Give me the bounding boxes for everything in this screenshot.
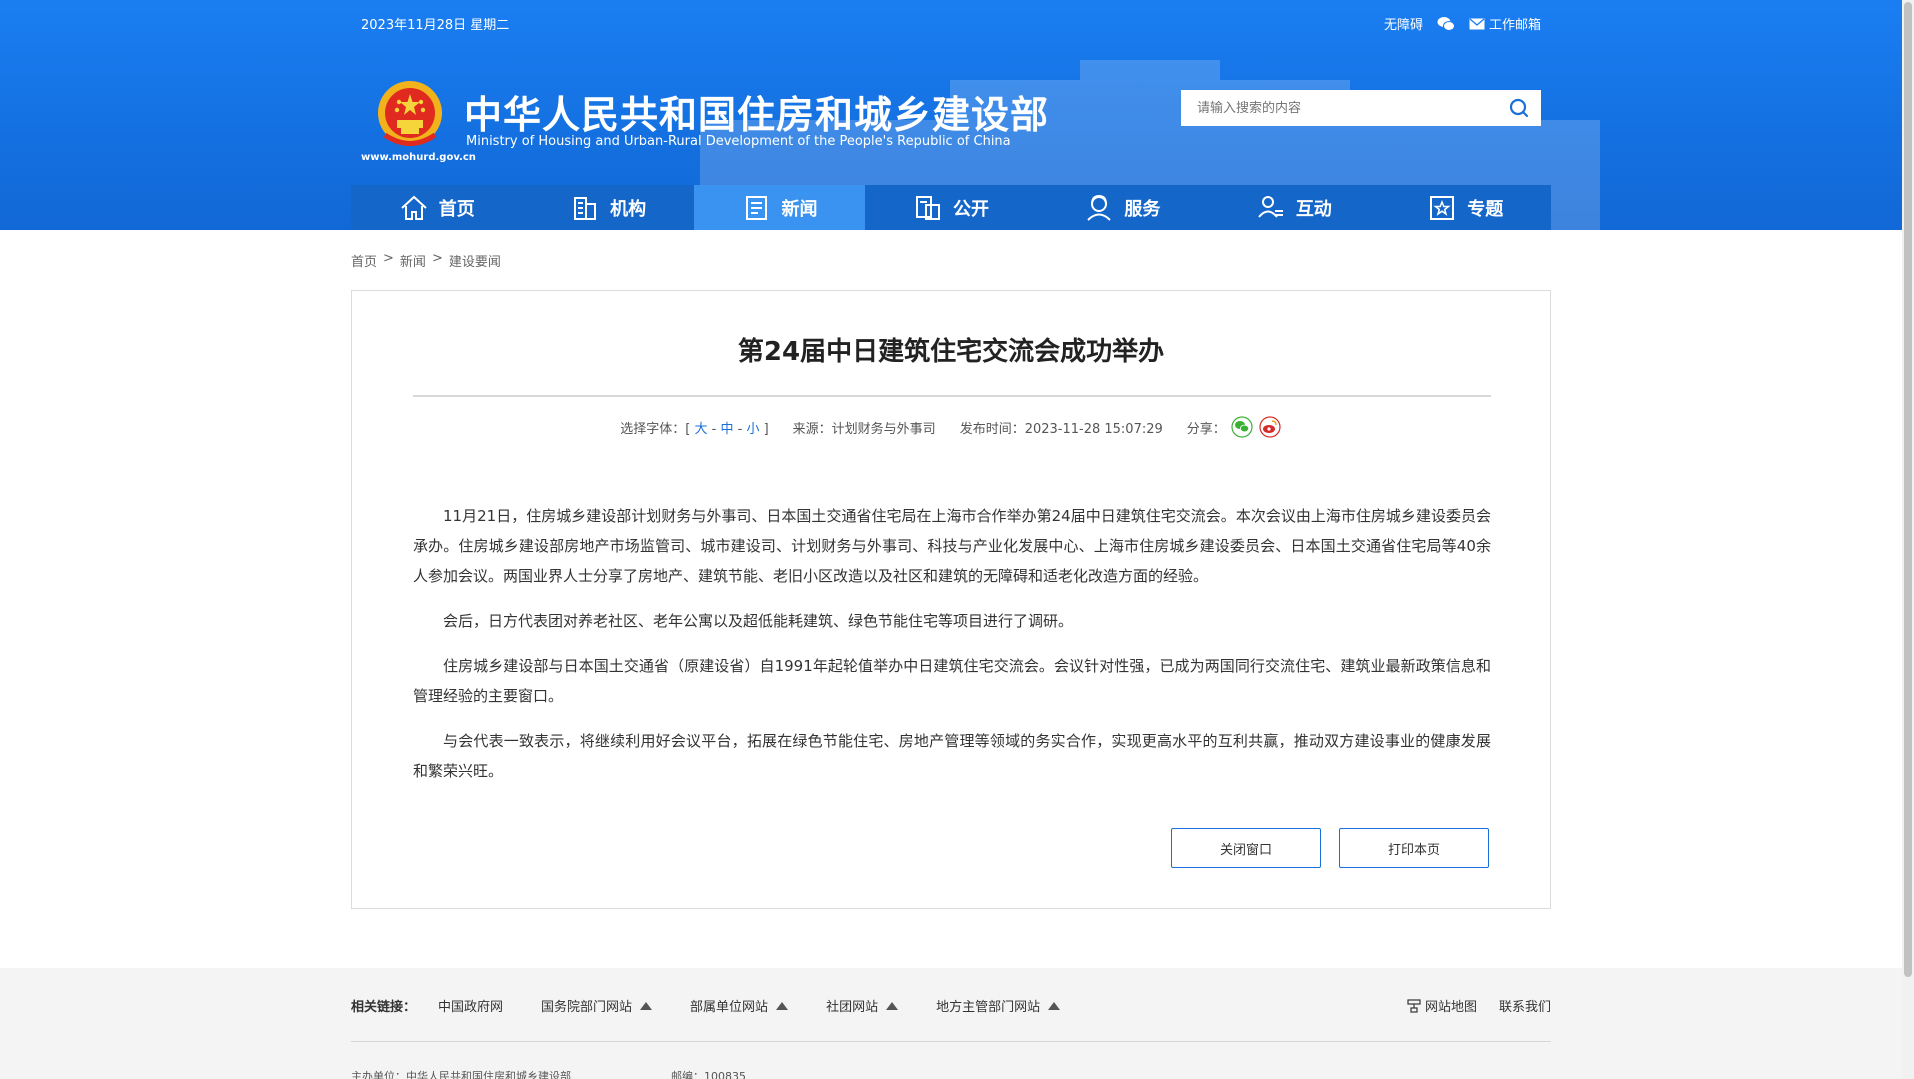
sitemap-label: 网站地图 [1424,1000,1477,1015]
search-box [1181,90,1541,126]
article-time: 发布时间：2023-11-28 15:07:29 [959,421,1163,437]
nav-item-service[interactable]: 服务 [1037,185,1208,230]
site-title[interactable]: 中华人民共和国住房和城乡建设部 [464,84,1049,139]
breadcrumb: 首页 > 新闻 > 建设要闻 [351,251,501,270]
current-date: 2023年11月28日 星期二 [361,18,510,33]
link-label: 地方主管部门网站 [936,1000,1041,1015]
breadcrumb-separator: > [431,251,443,266]
article-container: 第24届中日建筑住宅交流会成功举办 选择字体：[ 大 - 中 - 小 ] 来源：… [351,290,1551,909]
font-size-large[interactable]: 大 [694,422,707,437]
breadcrumb-current[interactable]: 建设要闻 [449,251,501,270]
nav-item-news[interactable]: 新闻 [693,185,866,230]
font-size-small[interactable]: 小 [746,422,759,437]
sitemap-link[interactable]: 网站地图 [1407,996,1477,1015]
article-body: 11月21日，住房城乡建设部计划财务与外事司、日本国土交通省住宅局在上海市合作举… [413,501,1491,801]
link-local[interactable]: 地方主管部门网站 [936,996,1061,1015]
site-url: www.mohurd.gov.cn [361,152,476,163]
link-state-council[interactable]: 国务院部门网站 [541,996,653,1015]
work-mail-link[interactable]: 工作邮箱 [1469,14,1541,33]
article-paragraph: 11月21日，住房城乡建设部计划财务与外事司、日本国土交通省住宅局在上海市合作举… [413,507,1491,585]
font-size-separator: - [711,421,717,437]
title-divider [413,395,1491,397]
nav-item-label: 新闻 [781,198,818,220]
interact-icon [1258,195,1283,218]
nav-item-label: 首页 [438,198,475,220]
national-emblem-icon[interactable] [375,80,445,150]
related-links: 相关链接： 中国政府网 国务院部门网站 部属单位网站 社团网站 地方主管部门网站… [351,996,1551,1015]
link-label: 国务院部门网站 [541,1000,633,1015]
nav-item-label: 服务 [1124,198,1161,220]
public-icon [915,195,940,220]
nav-item-public[interactable]: 公开 [865,185,1036,230]
top-bar: 2023年11月28日 星期二 无障碍 工作邮箱 [351,0,1551,46]
related-links-label: 相关链接： [351,1000,417,1015]
search-input[interactable] [1181,90,1491,126]
footer-postcode: 邮编：100835 [671,1070,746,1079]
service-icon [1087,194,1112,221]
print-page-button[interactable]: 打印本页 [1339,828,1489,868]
caret-up-icon [886,1001,899,1010]
font-size-medium[interactable]: 中 [720,422,733,437]
contact-link[interactable]: 联系我们 [1499,996,1551,1015]
article-meta: 选择字体：[ 大 - 中 - 小 ] 来源：计划财务与外事司 发布时间：2023… [352,415,1550,439]
site-english-title: Ministry of Housing and Urban-Rural Deve… [466,134,1011,149]
footer-divider [351,1041,1551,1042]
breadcrumb-home[interactable]: 首页 [351,251,377,270]
font-size-label: 选择字体：[ [620,421,691,437]
work-mail-label: 工作邮箱 [1488,18,1541,33]
scrollbar-thumb[interactable] [1904,2,1912,977]
caret-up-icon [1048,1001,1061,1010]
mail-icon [1469,18,1485,29]
link-label: 部属单位网站 [690,1000,769,1015]
article-paragraph: 与会代表一致表示，将继续利用好会议平台，拓展在绿色节能住宅、房地产管理等领域的务… [413,732,1491,780]
main-nav: 首页 机构 新闻 公开 服务 互动 专题 [351,185,1551,230]
link-label: 中国政府网 [438,1000,504,1015]
nav-item-org[interactable]: 机构 [522,185,693,230]
breadcrumb-separator: > [383,251,394,266]
share-section: 分享： [1187,415,1282,439]
wechat-icon[interactable] [1437,16,1455,32]
close-window-button[interactable]: 关闭窗口 [1171,828,1321,868]
footer-host: 主办单位：中华人民共和国住房和城乡建设部 [351,1070,571,1079]
caret-up-icon [640,1001,653,1010]
page-scrollbar[interactable] [1902,0,1914,1079]
site-footer: 相关链接： 中国政府网 国务院部门网站 部属单位网站 社团网站 地方主管部门网站… [0,968,1902,1079]
article-paragraph: 住房城乡建设部与日本国土交通省（原建设省）自1991年起轮值举办中日建筑住宅交流… [413,657,1491,705]
news-icon [745,195,767,220]
nav-item-label: 专题 [1467,198,1504,220]
nav-item-label: 互动 [1295,198,1332,220]
font-size-end: ] [763,421,769,437]
logo-row: www.mohurd.gov.cn 中华人民共和国住房和城乡建设部 Minist… [351,72,1551,172]
breadcrumb-news[interactable]: 新闻 [400,251,426,270]
building-icon [574,196,597,220]
article-actions: 关闭窗口 打印本页 [1171,828,1489,868]
nav-item-label: 公开 [952,198,989,220]
caret-up-icon [776,1001,789,1010]
nav-item-topic[interactable]: 专题 [1380,185,1551,230]
accessibility-link[interactable]: 无障碍 [1384,14,1423,33]
nav-item-label: 机构 [610,198,647,220]
article-paragraph: 会后，日方代表团对养老社区、老年公寓以及超低能耗建筑、绿色节能住宅等项目进行了调… [443,612,1074,630]
font-size-separator: - [737,421,743,437]
link-societies[interactable]: 社团网站 [826,996,899,1015]
sitemap-icon [1407,998,1421,1013]
link-affiliated[interactable]: 部属单位网站 [690,996,789,1015]
top-tools: 无障碍 工作邮箱 [1384,14,1541,33]
home-icon [401,195,427,220]
article-source: 来源：计划财务与外事司 [792,421,936,437]
font-size-selector: 选择字体：[ 大 - 中 - 小 ] [620,418,768,437]
footer-right-links: 网站地图 联系我们 [1407,996,1551,1015]
search-icon[interactable] [1507,97,1531,119]
nav-item-home[interactable]: 首页 [351,185,522,230]
link-gov[interactable]: 中国政府网 [438,996,503,1015]
weibo-share-icon[interactable] [1258,415,1282,439]
footer-info: 主办单位：中华人民共和国住房和城乡建设部 邮编：100835 [351,1068,746,1079]
topic-icon [1430,195,1455,220]
article-title: 第24届中日建筑住宅交流会成功举办 [737,337,1165,367]
wechat-share-icon[interactable] [1230,415,1254,439]
nav-item-interact[interactable]: 互动 [1208,185,1379,230]
link-label: 社团网站 [826,1000,879,1015]
share-label: 分享： [1186,421,1226,437]
